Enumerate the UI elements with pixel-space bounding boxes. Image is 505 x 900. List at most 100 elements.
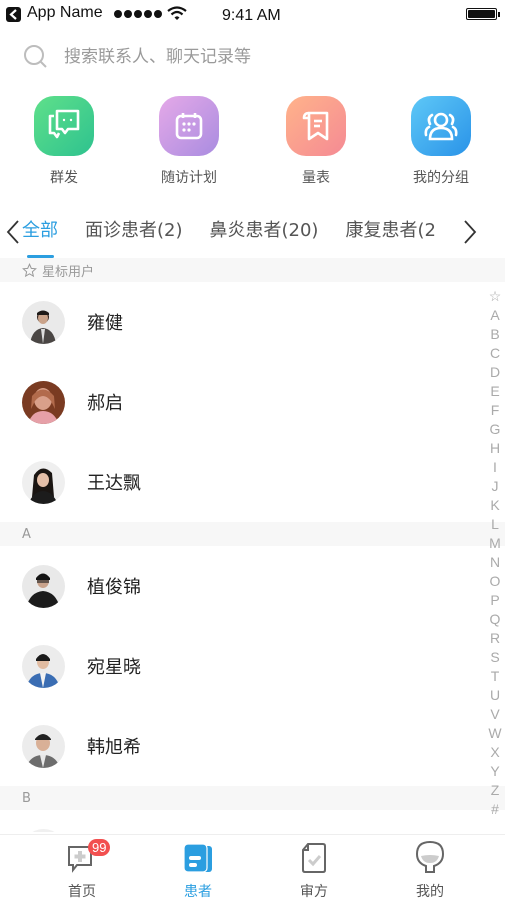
alphabet-index-letter[interactable]: B [490,325,499,344]
alphabet-index-letter[interactable]: U [490,686,500,705]
quick-actions: 群发 随访计划 量表 我的分组 [0,96,505,192]
alphabet-index-letter[interactable]: ☆ [489,287,502,306]
tabbar-item-home[interactable]: 99 首页 [32,835,132,900]
contact-row[interactable]: 韩旭希 [0,706,505,786]
contact-list[interactable]: 星标用户 雍健 郝启 王达飘 A 植俊锦 宛星晓 韩旭希 B [0,258,505,832]
avatar [22,380,65,424]
search-bar[interactable] [22,40,482,74]
contact-name: 植俊锦 [87,577,141,598]
alphabet-index-letter[interactable]: V [490,705,499,724]
alphabet-index-letter[interactable]: Y [490,762,499,781]
quick-action-label: 群发 [50,170,78,186]
contact-name: 王达飘 [87,473,141,494]
chevron-right-icon [464,220,477,244]
alphabet-index-letter[interactable]: J [492,477,499,496]
alphabet-index[interactable]: ☆ A B C D E F G H I J K L M N O P Q R S T U V W X Y Z # [485,287,505,819]
alphabet-index-letter[interactable]: E [490,382,499,401]
back-to-app-icon[interactable] [6,7,21,22]
alphabet-index-letter[interactable]: K [490,496,499,515]
quick-action-group-message[interactable]: 群发 [14,96,114,187]
tabs-scroll-left-button[interactable] [3,218,23,246]
tabbar-label: 审方 [300,884,328,900]
quick-action-label: 量表 [302,170,330,186]
group-users-icon [411,96,471,156]
contact-name: 郝启 [87,393,123,414]
tabbar-item-mine[interactable]: 我的 [380,835,480,900]
contact-row[interactable] [0,810,505,832]
alphabet-index-letter[interactable]: # [491,800,499,819]
tabs-scroll-right-button[interactable] [460,218,480,246]
section-header-a: A [0,522,505,546]
alphabet-index-letter[interactable]: T [491,667,500,686]
battery-icon [466,8,500,20]
profile-bulb-icon [415,840,445,873]
group-message-icon [34,96,94,156]
tab-rehab-patients[interactable]: 康复患者(2 [345,218,435,258]
avatar [22,828,65,832]
alphabet-index-letter[interactable]: F [491,401,500,420]
avatar [22,564,65,608]
status-app-name[interactable]: App Name [27,4,103,22]
quick-action-label: 我的分组 [413,170,469,186]
alphabet-index-letter[interactable]: P [490,591,499,610]
section-title: A [22,526,31,542]
wifi-icon [167,6,187,20]
calendar-icon [159,96,219,156]
alphabet-index-letter[interactable]: W [488,724,501,743]
tabbar-label: 我的 [416,884,444,900]
scale-form-icon [286,96,346,156]
alphabet-index-letter[interactable]: D [490,363,500,382]
quick-action-scale[interactable]: 量表 [266,96,366,187]
tab-all[interactable]: 全部 [22,218,58,258]
alphabet-index-letter[interactable]: A [490,306,499,325]
prescription-check-icon [302,843,326,873]
alphabet-index-letter[interactable]: G [490,420,501,439]
alphabet-index-letter[interactable]: L [491,515,499,534]
bottom-tab-bar: 99 首页 患者 审方 我的 [0,834,505,900]
contact-row[interactable]: 雍健 [0,282,505,362]
contact-row[interactable]: 王达飘 [0,442,505,522]
avatar [22,724,65,768]
tabbar-label: 患者 [184,884,212,900]
section-header-b: B [0,786,505,810]
alphabet-index-letter[interactable]: H [490,439,500,458]
tabbar-item-prescription-review[interactable]: 审方 [264,835,364,900]
status-bar: App Name 9:41 AM [0,0,505,30]
patient-group-tabs: 全部 面诊患者(2) 鼻炎患者(20) 康复患者(2 [0,210,505,258]
alphabet-index-letter[interactable]: R [490,629,500,648]
quick-action-follow-up-plan[interactable]: 随访计划 [139,96,239,187]
search-icon [24,45,47,68]
contact-name: 雍健 [87,313,123,334]
alphabet-index-letter[interactable]: Q [490,610,501,629]
section-title: B [22,790,31,806]
search-input[interactable] [64,47,464,67]
alphabet-index-letter[interactable]: Z [491,781,500,800]
alphabet-index-letter[interactable]: X [490,743,499,762]
alphabet-index-letter[interactable]: S [490,648,499,667]
quick-action-my-groups[interactable]: 我的分组 [391,96,491,187]
contact-row[interactable]: 植俊锦 [0,546,505,626]
tabbar-label: 首页 [68,884,96,900]
alphabet-index-letter[interactable]: C [490,344,500,363]
quick-action-label: 随访计划 [161,170,217,186]
alphabet-index-letter[interactable]: N [490,553,500,572]
avatar [22,300,65,344]
alphabet-index-letter[interactable]: M [489,534,501,553]
status-time: 9:41 AM [222,7,281,24]
alphabet-index-letter[interactable]: O [490,572,501,591]
contact-row[interactable]: 郝启 [0,362,505,442]
tab-in-person-patients[interactable]: 面诊患者(2) [85,218,183,258]
notification-badge: 99 [88,839,111,856]
alphabet-index-letter[interactable]: I [493,458,497,477]
contact-row[interactable]: 宛星晓 [0,626,505,706]
tab-rhinitis-patients[interactable]: 鼻炎患者(20) [210,218,319,258]
section-title: 星标用户 [42,264,95,280]
contact-name: 宛星晓 [87,657,141,678]
chevron-left-icon [6,220,19,244]
signal-strength-icon [114,10,162,18]
avatar [22,460,65,504]
tabbar-item-patients[interactable]: 患者 [148,835,248,900]
star-outline-icon [22,262,37,277]
avatar [22,644,65,688]
tab-strip: 全部 面诊患者(2) 鼻炎患者(20) 康复患者(2 [22,218,450,258]
